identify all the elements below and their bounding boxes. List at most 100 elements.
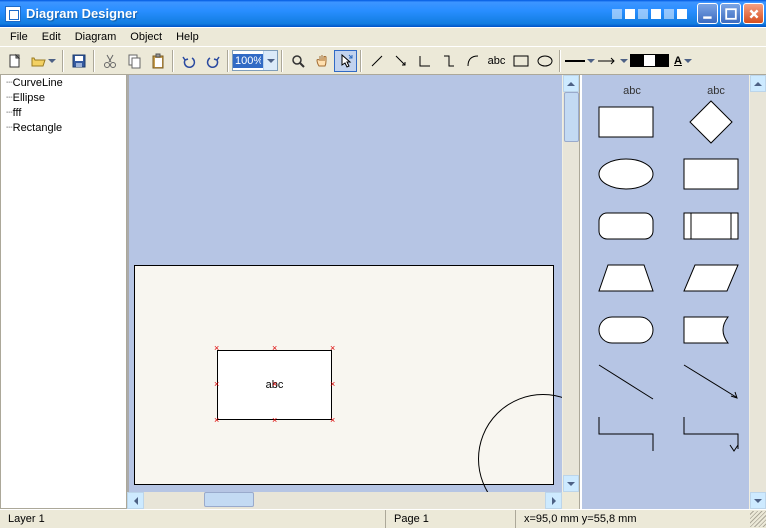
pointer-tool-button[interactable] [334, 50, 357, 72]
tree-branch-icon: ┄ [6, 91, 11, 104]
palette-header: abc [623, 85, 641, 97]
swatch-text[interactable] [656, 54, 669, 67]
canvas-viewport[interactable]: abc × × × × × × × × × [127, 75, 579, 492]
palette-rectangle2[interactable] [681, 157, 741, 191]
undo-button[interactable] [177, 50, 200, 72]
arrow-tool-button[interactable] [389, 50, 412, 72]
tree-branch-icon: ┄ [6, 76, 11, 89]
zoom-tool-button[interactable] [286, 50, 309, 72]
scroll-down-icon[interactable] [563, 475, 579, 492]
status-page-text: Page 1 [394, 513, 429, 525]
scroll-down-icon[interactable] [750, 492, 766, 509]
pan-tool-button[interactable] [310, 50, 333, 72]
canvas-vscroll[interactable] [562, 75, 579, 492]
hscroll-thumb[interactable] [204, 492, 254, 507]
status-bar: Layer 1 Page 1 x=95,0 mm y=55,8 mm [0, 509, 766, 528]
palette-subprocess[interactable] [681, 209, 741, 243]
swatch-white[interactable] [643, 54, 656, 67]
canvas-hscroll[interactable] [127, 492, 579, 509]
tree-label: CurveLine [13, 77, 63, 89]
tree-item[interactable]: ┄fff [1, 105, 126, 120]
shape-palette: abc abc [580, 75, 766, 509]
paste-button[interactable] [146, 50, 169, 72]
open-button[interactable] [27, 50, 59, 72]
textstyle-button[interactable]: A [670, 50, 696, 72]
zoom-combo[interactable] [232, 50, 278, 71]
palette-step-line[interactable] [596, 417, 656, 451]
copy-button[interactable] [122, 50, 145, 72]
tree-label: Ellipse [13, 92, 45, 104]
palette-terminator[interactable] [596, 313, 656, 347]
toolbar: abc A [0, 46, 766, 75]
status-layer-text: Layer 1 [8, 513, 45, 525]
status-coords-text: x=95,0 mm y=55,8 mm [524, 513, 637, 525]
palette-display[interactable] [681, 313, 741, 347]
new-button[interactable] [3, 50, 26, 72]
zoom-dropdown-icon[interactable] [263, 51, 277, 70]
scroll-up-icon[interactable] [750, 75, 766, 92]
text-tool-button[interactable]: abc [485, 50, 508, 72]
ellipse-tool-button[interactable] [533, 50, 556, 72]
resize-handle[interactable]: × [272, 418, 277, 423]
menu-bar: File Edit Diagram Object Help [0, 27, 766, 46]
palette-ellipse[interactable] [596, 157, 656, 191]
palette-header: abc [707, 85, 725, 97]
minimize-button[interactable] [697, 3, 718, 24]
curve-tool-button[interactable] [461, 50, 484, 72]
tree-branch-icon: ┄ [6, 106, 11, 119]
tree-label: fff [13, 107, 22, 119]
status-page[interactable]: Page 1 [385, 510, 515, 528]
menu-diagram[interactable]: Diagram [69, 30, 123, 44]
tree-item[interactable]: ┄Rectangle [1, 120, 126, 135]
canvas-area: abc × × × × × × × × × [127, 75, 580, 509]
tree-item[interactable]: ┄CurveLine [1, 75, 126, 90]
tree-item[interactable]: ┄Ellipse [1, 90, 126, 105]
color-swatches[interactable] [630, 54, 669, 67]
resize-handle[interactable]: × [214, 382, 219, 387]
linestyle-button[interactable] [564, 50, 596, 72]
resize-handle[interactable]: × [214, 418, 219, 423]
resize-handle[interactable]: × [272, 346, 277, 351]
resize-handle[interactable]: × [330, 346, 335, 351]
line-tool-button[interactable] [365, 50, 388, 72]
menu-edit[interactable]: Edit [36, 30, 67, 44]
maximize-button[interactable] [720, 3, 741, 24]
palette-vscroll[interactable] [749, 75, 766, 509]
tree-branch-icon: ┄ [6, 121, 11, 134]
cut-button[interactable] [98, 50, 121, 72]
palette-arrow-line[interactable] [681, 365, 741, 399]
rect-tool-button[interactable] [509, 50, 532, 72]
palette-parallelogram[interactable] [681, 261, 741, 295]
resize-handle[interactable]: × [214, 346, 219, 351]
status-layer[interactable]: Layer 1 [0, 510, 385, 528]
center-handle[interactable]: × [272, 382, 277, 387]
arrowstyle-button[interactable] [597, 50, 629, 72]
connector2-button[interactable] [437, 50, 460, 72]
resize-grip[interactable] [750, 511, 766, 527]
tree-panel: ┄CurveLine ┄Ellipse ┄fff ┄Rectangle [0, 75, 127, 509]
palette-diamond[interactable] [681, 105, 741, 139]
menu-object[interactable]: Object [124, 30, 168, 44]
redo-button[interactable] [201, 50, 224, 72]
scroll-right-icon[interactable] [545, 492, 562, 509]
titlebar-decor [612, 9, 687, 19]
scroll-up-icon[interactable] [563, 75, 579, 92]
palette-line[interactable] [596, 365, 656, 399]
vscroll-thumb[interactable] [564, 92, 579, 142]
swatch-black[interactable] [630, 54, 643, 67]
resize-handle[interactable]: × [330, 382, 335, 387]
app-icon [5, 6, 21, 22]
save-button[interactable] [67, 50, 90, 72]
close-button[interactable] [743, 3, 764, 24]
paper [134, 265, 554, 485]
zoom-input[interactable] [233, 54, 263, 68]
palette-roundrect[interactable] [596, 209, 656, 243]
menu-help[interactable]: Help [170, 30, 205, 44]
menu-file[interactable]: File [4, 30, 34, 44]
resize-handle[interactable]: × [330, 418, 335, 423]
scroll-left-icon[interactable] [127, 492, 144, 509]
palette-step-arrow[interactable] [681, 417, 741, 451]
palette-trapezoid[interactable] [596, 261, 656, 295]
connector1-button[interactable] [413, 50, 436, 72]
palette-rectangle[interactable] [596, 105, 656, 139]
